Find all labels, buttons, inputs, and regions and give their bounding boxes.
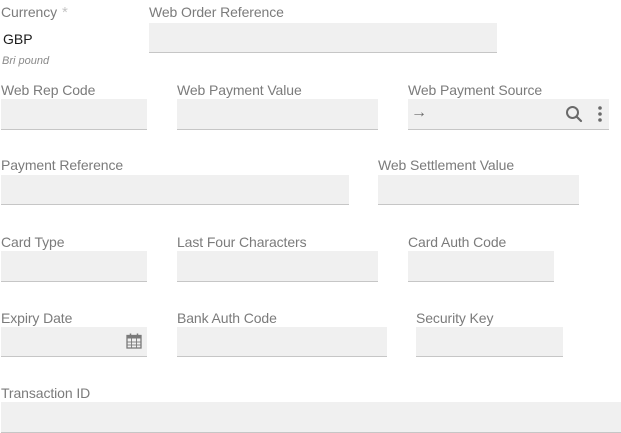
bank-auth-code-label: Bank Auth Code — [177, 310, 277, 326]
web-settlement-value-label: Web Settlement Value — [378, 157, 515, 173]
transaction-id-label: Transaction ID — [1, 385, 91, 401]
web-order-reference-label: Web Order Reference — [149, 4, 284, 20]
web-payment-source-input[interactable]: → — [408, 99, 609, 130]
payment-reference-label: Payment Reference — [1, 157, 124, 173]
search-icon[interactable] — [565, 105, 583, 123]
security-key-label: Security Key — [416, 310, 494, 326]
currency-label-text: Currency — [1, 4, 57, 20]
more-vertical-icon[interactable] — [598, 106, 602, 122]
web-payment-source-label: Web Payment Source — [408, 82, 543, 98]
currency-description: Bri pound — [2, 55, 50, 67]
web-rep-code-input[interactable] — [1, 99, 147, 130]
expiry-date-input[interactable] — [1, 327, 147, 357]
web-payment-value-label: Web Payment Value — [177, 82, 302, 98]
expiry-date-label: Expiry Date — [1, 310, 73, 326]
last-four-characters-input[interactable] — [177, 251, 378, 282]
currency-label: Currency * — [1, 4, 68, 21]
arrow-right-icon[interactable]: → — [411, 104, 427, 122]
required-marker: * — [62, 4, 68, 21]
security-key-input[interactable] — [416, 327, 563, 357]
payment-reference-input[interactable] — [1, 175, 349, 205]
bank-auth-code-input[interactable] — [177, 327, 387, 357]
card-type-label: Card Type — [1, 234, 65, 250]
last-four-characters-label: Last Four Characters — [177, 234, 307, 250]
web-settlement-value-input[interactable] — [378, 175, 579, 205]
web-rep-code-label: Web Rep Code — [1, 82, 96, 98]
currency-value[interactable]: GBP — [3, 31, 33, 47]
web-payment-value-input[interactable] — [177, 99, 378, 130]
transaction-id-input[interactable] — [1, 402, 621, 433]
web-order-reference-input[interactable] — [149, 23, 497, 53]
card-auth-code-label: Card Auth Code — [408, 234, 507, 250]
card-type-input[interactable] — [1, 251, 147, 282]
card-auth-code-input[interactable] — [408, 251, 554, 282]
calendar-icon[interactable] — [126, 333, 142, 349]
